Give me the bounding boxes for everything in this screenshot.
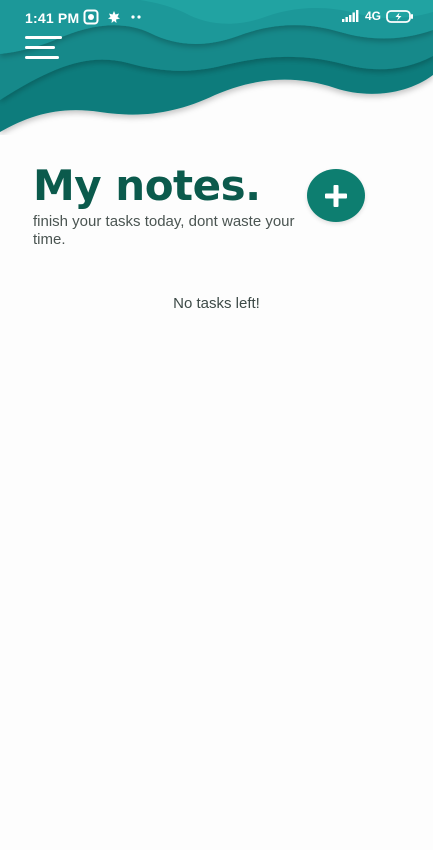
status-bar: 1:41 PM 4G: [0, 0, 433, 36]
more-notifications-icon: [131, 15, 141, 19]
menu-line-bottom: [25, 56, 59, 59]
menu-line-top: [25, 36, 62, 39]
hamburger-menu-icon[interactable]: [25, 34, 63, 62]
leaf-notification-icon: [108, 11, 120, 23]
screen-record-icon: [83, 9, 99, 25]
plus-icon: [325, 185, 347, 207]
signal-strength-icon: [341, 10, 359, 22]
status-left-icons: [83, 9, 143, 25]
empty-state-message: No tasks left!: [173, 295, 260, 312]
network-type-label: 4G: [364, 9, 381, 23]
add-note-button[interactable]: [307, 169, 365, 222]
page-subtitle: finish your tasks today, dont waste your…: [33, 213, 295, 248]
status-time: 1:41 PM: [25, 10, 80, 26]
page-title: My notes.: [33, 161, 261, 210]
menu-line-middle: [25, 46, 55, 49]
battery-charging-icon: [386, 9, 413, 23]
status-right-icons: 4G: [341, 9, 414, 23]
